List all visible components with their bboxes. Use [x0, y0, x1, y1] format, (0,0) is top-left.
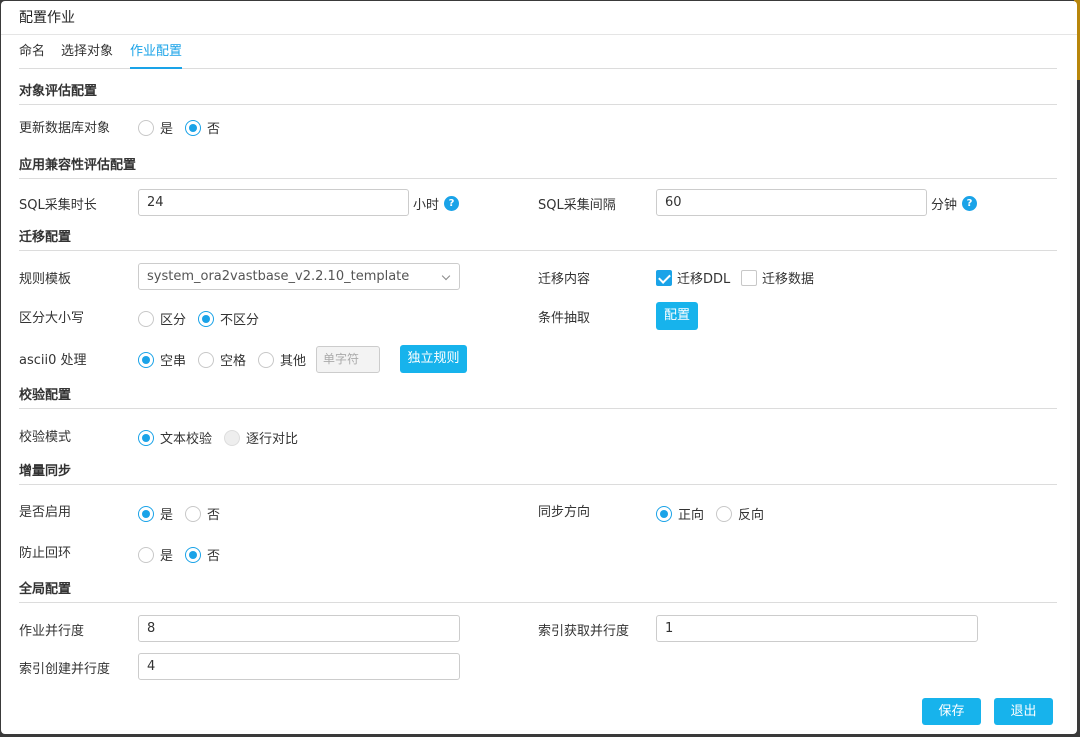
validation-mode-label: 校验模式 — [19, 430, 72, 445]
tab-select-objects[interactable]: 选择对象 — [61, 35, 113, 69]
sql-duration-label: SQL采集时长 — [19, 198, 97, 213]
section-app-compat: 应用兼容性评估配置 — [19, 157, 1057, 179]
index-create-parallel-label: 索引创建并行度 — [19, 662, 111, 677]
index-create-parallel-input[interactable]: 4 — [138, 653, 460, 680]
dialog-title: 配置作业 — [1, 1, 1077, 35]
migration-content-label: 迁移内容 — [538, 272, 591, 287]
help-icon[interactable]: ? — [962, 196, 977, 211]
rule-template-select[interactable]: system_ora2vastbase_v2.2.10_template — [138, 263, 460, 290]
section-validation: 校验配置 — [19, 387, 1057, 409]
enable-radio-group: 是 否 — [138, 504, 232, 523]
update-db-radio-group: 是 否 — [138, 118, 232, 137]
checkbox-unchecked-icon — [741, 269, 757, 286]
section-incremental: 增量同步 — [19, 463, 1057, 485]
case-insensitive-radio[interactable]: 不区分 — [198, 309, 259, 328]
tab-bar: 命名 选择对象 作业配置 — [19, 35, 1057, 69]
index-fetch-parallel-input[interactable]: 1 — [656, 615, 978, 642]
enable-no-radio[interactable]: 否 — [185, 504, 220, 523]
ascii0-space-radio[interactable]: 空格 — [198, 350, 246, 369]
exit-button[interactable]: 退出 — [994, 698, 1053, 725]
ascii0-char-input[interactable]: 单字符 — [316, 346, 380, 373]
case-sensitive-radio[interactable]: 区分 — [138, 309, 186, 328]
sql-duration-input[interactable]: 24 — [138, 189, 409, 216]
case-sensitive-radio-group: 区分 不区分 — [138, 309, 271, 328]
case-sensitive-label: 区分大小写 — [19, 311, 85, 326]
ascii0-other-radio[interactable]: 其他 — [258, 350, 306, 369]
job-parallel-label: 作业并行度 — [19, 624, 85, 639]
prevent-loop-no-radio[interactable]: 否 — [185, 545, 220, 564]
section-object-eval: 对象评估配置 — [19, 83, 1057, 105]
prevent-loop-radio-group: 是 否 — [138, 545, 232, 564]
condition-extract-label: 条件抽取 — [538, 311, 591, 326]
migrate-data-checkbox[interactable]: 迁移数据 — [741, 268, 814, 287]
ascii0-empty-string-radio[interactable]: 空串 — [138, 350, 186, 369]
checkbox-checked-icon — [656, 269, 672, 286]
text-validation-radio[interactable]: 文本校验 — [138, 428, 212, 447]
sql-interval-input[interactable]: 60 — [656, 189, 927, 216]
prevent-loop-label: 防止回环 — [19, 546, 72, 561]
sql-interval-label: SQL采集间隔 — [538, 198, 616, 213]
tab-naming[interactable]: 命名 — [19, 35, 45, 69]
sql-interval-unit: 分钟 — [931, 198, 958, 213]
direction-reverse-radio[interactable]: 反向 — [716, 504, 764, 523]
rule-template-label: 规则模板 — [19, 272, 72, 287]
chevron-down-icon — [441, 271, 451, 281]
index-fetch-parallel-label: 索引获取并行度 — [538, 624, 630, 639]
update-db-yes-radio[interactable]: 是 — [138, 118, 173, 137]
direction-forward-radio[interactable]: 正向 — [656, 504, 704, 523]
migrate-ddl-checkbox[interactable]: 迁移DDL — [656, 268, 730, 287]
validation-mode-radio-group: 文本校验 逐行对比 — [138, 428, 310, 447]
enable-label: 是否启用 — [19, 505, 72, 520]
configure-job-dialog: 配置作业 命名 选择对象 作业配置 对象评估配置 更新数据库对象 是 否 应用兼… — [1, 1, 1077, 734]
help-icon[interactable]: ? — [444, 196, 459, 211]
ascii0-label: ascii0 处理 — [19, 353, 87, 368]
prevent-loop-yes-radio[interactable]: 是 — [138, 545, 173, 564]
ascii0-radio-group: 空串 空格 其他 — [138, 350, 318, 369]
update-db-label: 更新数据库对象 — [19, 121, 111, 136]
section-global: 全局配置 — [19, 581, 1057, 603]
save-button[interactable]: 保存 — [922, 698, 981, 725]
sync-direction-radio-group: 正向 反向 — [656, 504, 776, 523]
enable-yes-radio[interactable]: 是 — [138, 504, 173, 523]
section-migration: 迁移配置 — [19, 229, 1057, 251]
tab-job-config[interactable]: 作业配置 — [130, 35, 183, 69]
independent-rule-button[interactable]: 独立规则 — [400, 345, 467, 373]
row-compare-radio[interactable]: 逐行对比 — [224, 428, 298, 447]
job-parallel-input[interactable]: 8 — [138, 615, 460, 642]
sql-duration-unit: 小时 — [413, 198, 440, 213]
rule-template-value: system_ora2vastbase_v2.2.10_template — [147, 269, 410, 284]
update-db-no-radio[interactable]: 否 — [185, 118, 220, 137]
sync-direction-label: 同步方向 — [538, 505, 591, 520]
condition-config-button[interactable]: 配置 — [656, 302, 698, 330]
